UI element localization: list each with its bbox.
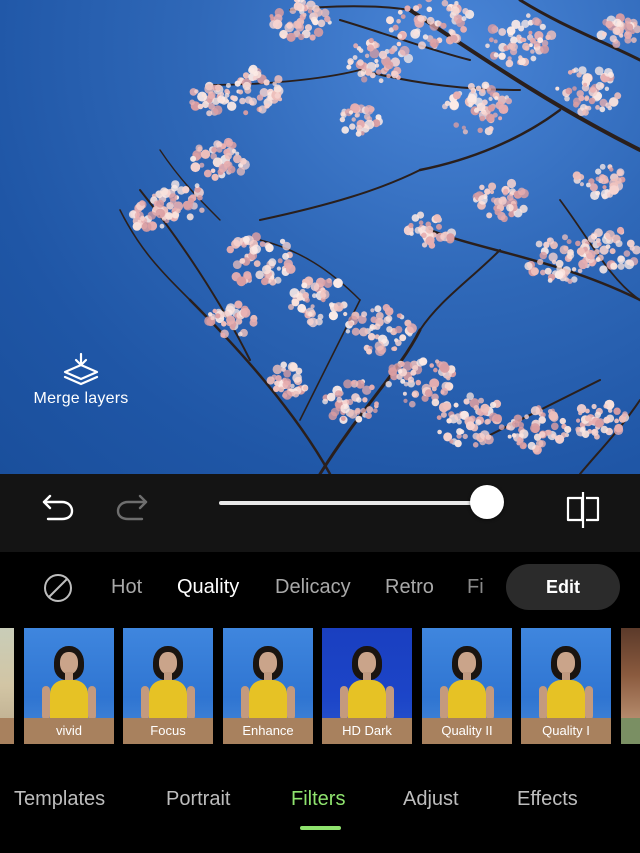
active-tab-indicator [300, 826, 341, 830]
filter-thumbnail-partial[interactable] [0, 628, 14, 744]
filter-thumbnail-vivid[interactable]: vivid [24, 628, 114, 744]
filter-label: Focus [123, 718, 213, 744]
category-delicacy[interactable]: Delicacy [275, 576, 351, 599]
tab-filters[interactable]: Filters [291, 788, 345, 811]
merge-layers-icon [63, 352, 99, 386]
filter-label: Enhance [223, 718, 313, 744]
category-retro[interactable]: Retro [385, 576, 434, 599]
edit-button[interactable]: Edit [506, 564, 620, 610]
filter-thumbnail-partial[interactable] [621, 628, 640, 744]
undo-button[interactable] [40, 490, 76, 527]
filter-label: HD Dark [322, 718, 412, 744]
filter-thumbnail-quality-i[interactable]: Quality I [521, 628, 611, 744]
filter-label: vivid [24, 718, 114, 744]
compare-button[interactable] [562, 490, 604, 535]
filter-thumbnail-quality-ii[interactable]: Quality II [422, 628, 512, 744]
tab-templates[interactable]: Templates [14, 788, 105, 811]
category-quality[interactable]: Quality [177, 576, 239, 599]
adjust-control-bar [0, 474, 640, 552]
filter-thumbnail-strip[interactable]: vivid Focus Enhance HD Dark Quality II Q… [0, 628, 640, 746]
bottom-tab-bar: Templates Portrait Filters Adjust Effect… [0, 760, 640, 853]
category-fi[interactable]: Fi [467, 576, 483, 599]
filter-category-bar: Hot Quality Delicacy Retro Fi Edit [0, 552, 640, 624]
no-filter-button[interactable] [42, 572, 74, 609]
redo-button[interactable] [114, 490, 150, 527]
compare-icon [566, 492, 600, 528]
tab-portrait[interactable]: Portrait [166, 788, 230, 811]
filter-label: Quality I [521, 718, 611, 744]
merge-layers-label: Merge layers [33, 390, 129, 407]
redo-icon [116, 494, 148, 521]
filter-thumbnail-enhance[interactable]: Enhance [223, 628, 313, 744]
intensity-slider-handle[interactable] [470, 485, 504, 519]
filter-label: Quality II [422, 718, 512, 744]
filter-thumbnail-hd-dark[interactable]: HD Dark [322, 628, 412, 744]
photo-canvas[interactable]: Merge layers [0, 0, 640, 474]
undo-icon [42, 494, 74, 521]
tab-adjust[interactable]: Adjust [403, 788, 459, 811]
no-filter-icon [44, 574, 72, 602]
intensity-slider-track[interactable] [219, 501, 487, 505]
merge-layers-button[interactable]: Merge layers [26, 352, 136, 408]
category-hot[interactable]: Hot [111, 576, 142, 599]
filter-thumbnail-focus[interactable]: Focus [123, 628, 213, 744]
tab-effects[interactable]: Effects [517, 788, 578, 811]
